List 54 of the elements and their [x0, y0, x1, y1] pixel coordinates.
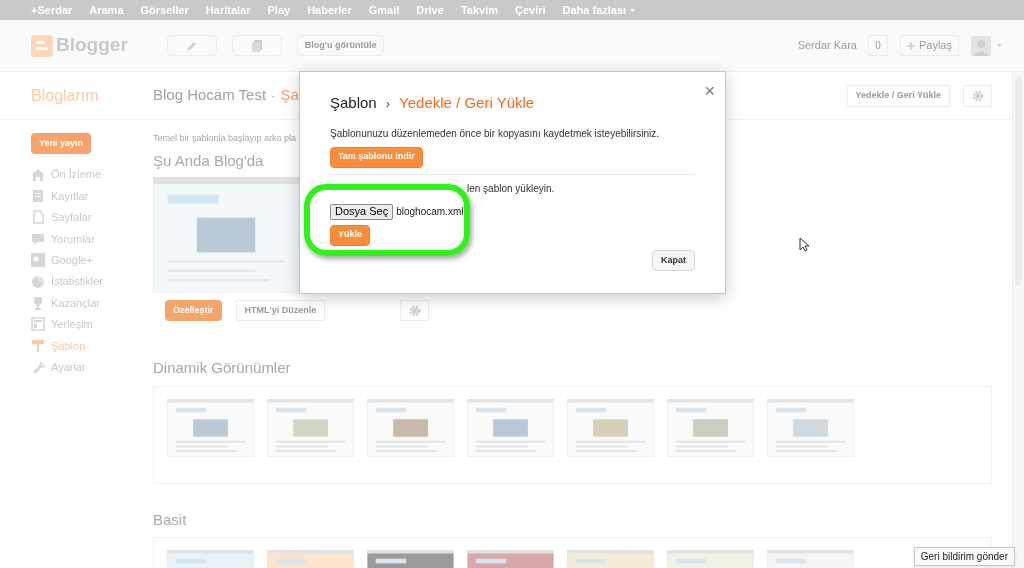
paint-roller-icon	[31, 338, 45, 353]
close-button[interactable]: ×	[704, 78, 715, 105]
choose-file-button[interactable]: Dosya Seç	[330, 203, 394, 220]
google-plus-icon	[31, 253, 45, 268]
new-post-button[interactable]: Yeni yayın	[31, 133, 92, 154]
section-heading: Dinamik Görünümler	[153, 358, 291, 378]
page-title: Şa	[280, 85, 299, 106]
breadcrumb-link[interactable]: Şablon	[330, 92, 377, 115]
pencil-icon	[185, 39, 198, 52]
document-icon	[31, 189, 45, 204]
settings-icon	[408, 304, 421, 317]
feedback-button[interactable]: Geri bildirim gönder	[913, 547, 1015, 566]
settings-button[interactable]	[400, 300, 430, 321]
section-heading: Şu Anda Blog'da	[153, 150, 264, 171]
dialog-title: Yedekle / Geri Yükle	[399, 93, 535, 113]
blog-title: Blog Hocam Test	[153, 85, 267, 106]
share-button[interactable]: Paylaş	[899, 35, 959, 56]
layout-icon	[31, 317, 45, 332]
house-icon	[31, 167, 45, 182]
settings-icon	[971, 89, 984, 102]
breadcrumb-separator: ›	[385, 94, 391, 113]
notification-count[interactable]: 0	[867, 35, 888, 56]
sidebar-item[interactable]: Şablon	[31, 335, 153, 357]
file-name: bloghocam.xml	[396, 205, 464, 219]
customize-button[interactable]: Özelleştir	[165, 300, 222, 321]
backup-restore-button[interactable]: Yedekle / Geri Yükle	[846, 84, 950, 107]
close-dialog-button[interactable]: Kapat	[652, 250, 695, 271]
download-template-button[interactable]: Tam şablonu indir	[330, 146, 423, 168]
speech-bubble-icon	[31, 231, 45, 246]
posts-list-button[interactable]	[231, 35, 282, 56]
upload-text: len şablon yükleyin.	[467, 181, 556, 196]
mouse-cursor-icon	[799, 237, 809, 252]
caret-icon	[630, 8, 636, 12]
edit-html-button[interactable]: HTML'yi Düzenle	[235, 300, 326, 321]
settings-button[interactable]	[963, 84, 992, 107]
page-icon	[31, 210, 45, 225]
backup-text: Şablonunuzu düzenlemeden önce bir kopyasını kaydetmek isteyebilirsiniz.	[330, 126, 661, 141]
pie-chart-icon	[31, 274, 45, 289]
trophy-icon	[31, 296, 45, 311]
avatar-icon	[971, 35, 991, 56]
wrench-icon	[31, 360, 45, 375]
section-title: Bloglarım	[31, 85, 100, 106]
document-icon	[250, 39, 263, 52]
separator-dot: ·	[271, 86, 276, 105]
view-blog-button[interactable]: Blog'u görüntüle	[296, 35, 385, 56]
intro-text: Temel bir şablonla başlayıp arka pla	[153, 132, 297, 145]
section-heading: Basit	[153, 509, 187, 530]
caret-icon	[997, 44, 1002, 47]
new-post-button[interactable]	[166, 35, 217, 56]
plus-icon	[906, 41, 915, 50]
user-name: Serdar Kara	[797, 38, 857, 54]
blogger-logo-icon	[31, 34, 53, 57]
upload-button[interactable]: Yükle	[330, 224, 370, 246]
scrollbar[interactable]	[1012, 72, 1024, 568]
